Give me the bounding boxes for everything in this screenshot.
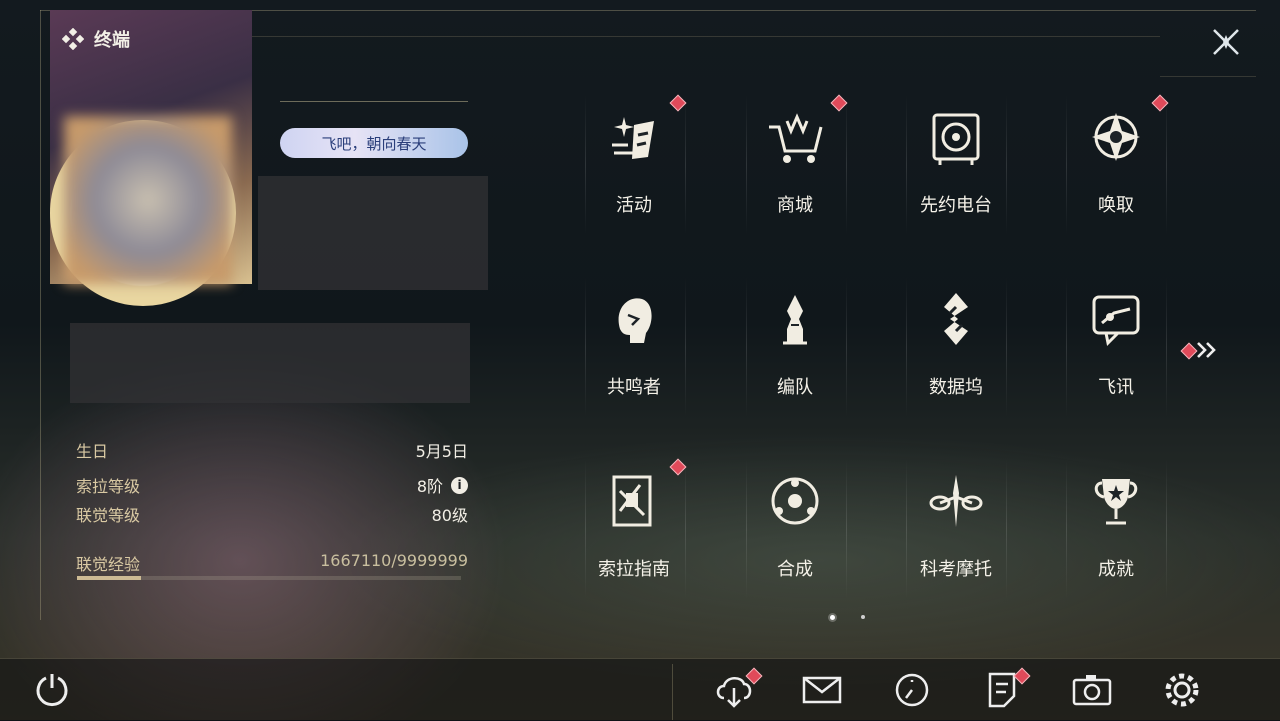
convene-icon [1092,113,1140,161]
union-level-row: 联觉等级 80级 [76,502,468,526]
diamond-logo-icon [62,28,84,50]
camera-button[interactable] [1072,670,1112,710]
badge-text: 飞吧，朝向春天 [321,134,427,153]
union-exp-fill [77,576,141,580]
menu-tile-convene[interactable]: 唤取 [1036,95,1196,235]
union-exp-row: 联觉经验 1667110/9999999 [76,551,468,575]
notice-button[interactable] [982,667,1031,710]
menu-tile-trophy[interactable]: 成就 [1036,459,1196,599]
menu-tile-label: 成就 [1098,559,1134,580]
menu-tile-guidebook[interactable]: 索拉指南 [554,459,714,599]
trophy-icon [1094,479,1138,525]
sora-level-value: 8阶 [416,477,443,496]
menu-tile-label: 飞讯 [1098,377,1134,398]
union-exp-label: 联觉经验 [76,555,141,574]
menu-tile-label: 数据坞 [929,377,983,398]
menu-tile-synthesis[interactable]: 合成 [715,459,875,599]
page-title: 终端 [94,30,130,51]
menu-tile-team-chess[interactable]: 编队 [715,277,875,417]
team-chess-icon [783,295,807,345]
union-exp-bar [77,576,461,580]
settings-button[interactable] [1162,670,1202,710]
terminal-header: 终端 [62,26,130,52]
message-icon [1092,295,1140,347]
download-button[interactable] [714,667,763,710]
signature-blurred[interactable] [70,323,470,403]
union-exp-value: 1667110/9999999 [320,551,468,570]
player-name-blurred [258,176,488,290]
profile-badge[interactable]: 飞吧，朝向春天 [280,128,468,158]
mail-button[interactable] [802,670,842,710]
chevrons-right-icon [1197,342,1216,358]
menu-tile-motorcycle[interactable]: 科考摩托 [876,459,1036,599]
notification-dot [1180,342,1198,360]
clock-button[interactable] [892,670,932,710]
page-dot-2[interactable] [861,615,865,619]
mail-icon [802,676,842,704]
power-icon [36,674,68,707]
clock-icon [895,673,929,707]
guidebook-icon [612,475,652,527]
resonator-icon [618,298,652,343]
menu-tile-message[interactable]: 飞讯 [1036,277,1196,417]
camera-icon [1072,675,1112,706]
menu-tile-activity[interactable]: 活动 [554,95,714,235]
menu-tile-radio[interactable]: 先约电台 [876,95,1036,235]
close-icon [1213,29,1239,55]
menu-tile-label: 编队 [777,377,813,398]
sora-level-label: 索拉等级 [76,477,141,496]
menu-tile-label: 索拉指南 [598,559,670,580]
union-level-value: 80级 [431,506,468,525]
menu-tile-shop-cart[interactable]: 商城 [715,95,875,235]
menu-tile-label: 活动 [616,195,652,216]
page-dot-1[interactable] [830,615,835,620]
synthesis-icon [771,477,819,525]
menu-tile-label: 商城 [777,195,813,216]
avatar[interactable] [64,116,232,284]
menu-tile-label: 先约电台 [920,195,992,216]
menu-tile-label: 科考摩托 [920,559,992,580]
menu-tile-databank[interactable]: 数据坞 [876,277,1036,417]
activity-icon [612,117,654,159]
sora-level-row: 索拉等级 8阶 i [76,473,468,497]
databank-icon [944,293,968,345]
next-page-button[interactable] [1180,340,1220,360]
motorcycle-icon [929,475,983,527]
power-button[interactable] [32,670,72,710]
divider [280,101,468,102]
birthday-row: 生日 5月5日 [76,438,468,462]
radio-icon [932,113,980,165]
union-level-label: 联觉等级 [76,506,141,525]
shop-cart-icon [769,113,823,163]
close-button[interactable] [1210,26,1242,58]
menu-tile-resonator[interactable]: 共鸣者 [554,277,714,417]
info-icon[interactable]: i [451,476,468,494]
settings-icon [1165,673,1199,707]
birthday-value: 5月5日 [415,442,468,461]
menu-tile-label: 合成 [777,559,813,580]
birthday-label: 生日 [76,442,109,461]
menu-tile-label: 唤取 [1098,195,1134,216]
menu-tile-label: 共鸣者 [607,377,661,398]
